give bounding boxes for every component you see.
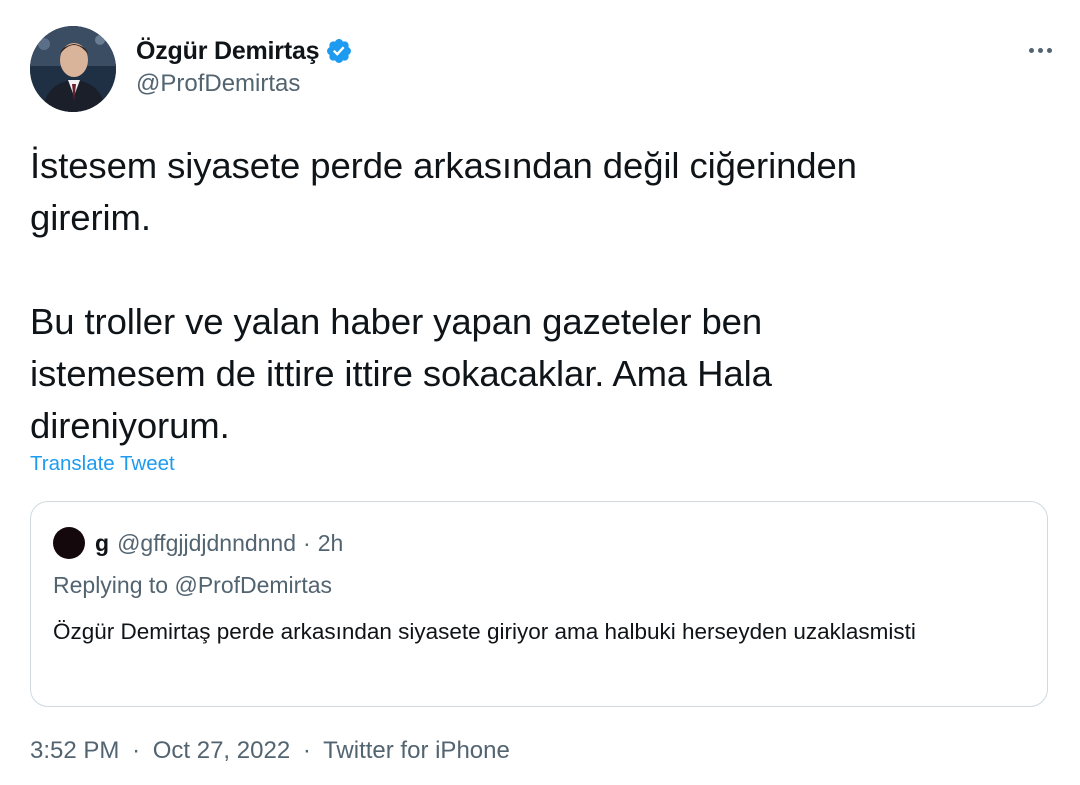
- quoted-avatar: [53, 527, 85, 559]
- quoted-display-name: g: [95, 529, 110, 556]
- tweet-time[interactable]: 3:52 PM: [30, 737, 119, 764]
- replying-to-handle: @ProfDemirtas: [174, 572, 333, 598]
- tweet-text: İstesem siyasete perde arkasından değil …: [30, 145, 857, 446]
- tweet: Özgür Demirtaş @ProfDemirtas İstesem siy…: [0, 0, 1080, 785]
- quoted-handle: @gffgjjdjdnndnnd: [117, 529, 297, 556]
- quoted-tweet-text: Özgür Demirtaş perde arkasından siyasete…: [53, 619, 916, 644]
- tweet-source[interactable]: Twitter for iPhone: [323, 737, 510, 764]
- author-names: Özgür Demirtaş @ProfDemirtas: [136, 34, 353, 98]
- metadata-separator: ·: [302, 737, 311, 764]
- replying-to: Replying to @ProfDemirtas: [53, 572, 332, 599]
- display-name-row: Özgür Demirtaş: [136, 34, 353, 68]
- avatar-image: [30, 26, 116, 112]
- replying-prefix: Replying to: [53, 572, 169, 598]
- translate-tweet-link[interactable]: Translate Tweet: [30, 452, 175, 476]
- quoted-tweet-header: g @gffgjjdjdnndnnd · 2h: [53, 527, 344, 559]
- quoted-time: 2h: [317, 529, 344, 556]
- tweet-header: Özgür Demirtaş @ProfDemirtas: [30, 26, 1060, 112]
- display-name[interactable]: Özgür Demirtaş: [136, 37, 320, 66]
- more-dot: [1037, 47, 1043, 53]
- tweet-date[interactable]: Oct 27, 2022: [153, 737, 290, 764]
- quoted-separator: ·: [303, 529, 311, 556]
- more-dot: [1046, 47, 1052, 53]
- author-handle[interactable]: @ProfDemirtas: [136, 70, 353, 98]
- metadata-separator: ·: [132, 737, 141, 764]
- avatar[interactable]: [30, 26, 116, 112]
- more-dot: [1028, 47, 1034, 53]
- tweet-metadata: 3:52 PM · Oct 27, 2022 · Twitter for iPh…: [30, 737, 510, 765]
- quoted-tweet[interactable]: g @gffgjjdjdnndnnd · 2h Replying to @Pro…: [30, 501, 1048, 707]
- verified-badge-icon[interactable]: [325, 37, 353, 65]
- more-options-icon[interactable]: [1020, 38, 1060, 62]
